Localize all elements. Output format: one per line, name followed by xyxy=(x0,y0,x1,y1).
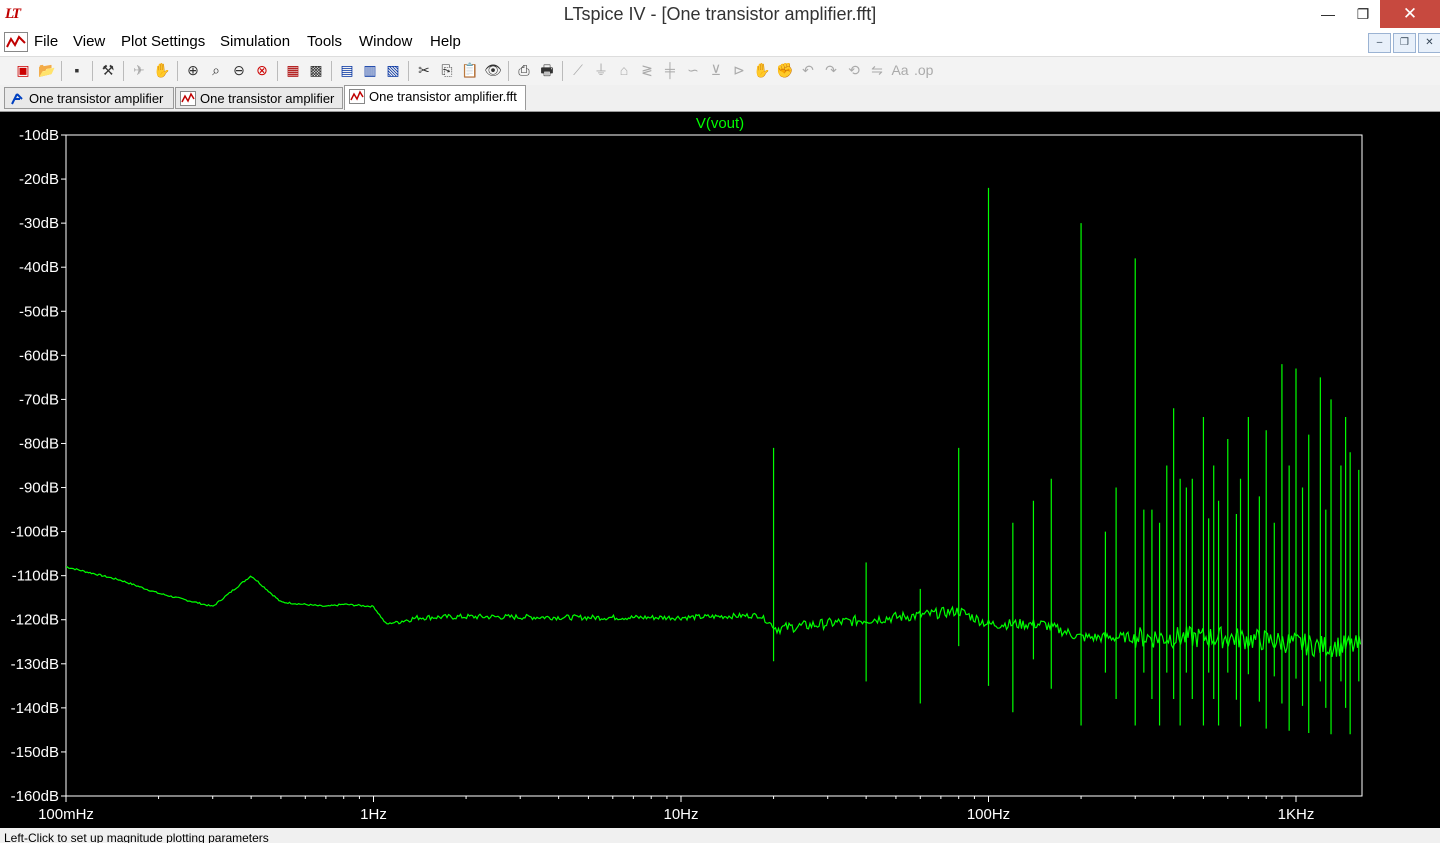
y-tick-label: -140dB xyxy=(11,700,59,717)
tab-fft[interactable]: One transistor amplifier.fft xyxy=(344,85,526,110)
control-panel-icon[interactable]: ⚒ xyxy=(99,61,117,79)
status-bar: Left-Click to set up magnitude plotting … xyxy=(0,828,1440,843)
toolbar-separator xyxy=(331,61,332,81)
print-icon[interactable]: 🖶 xyxy=(538,61,556,79)
pan-icon[interactable]: ⌕ xyxy=(207,61,225,79)
zoom-area-icon[interactable]: ⊕ xyxy=(184,61,202,79)
menu-bar: File View Plot Settings Simulation Tools… xyxy=(0,30,1440,54)
document-waveform-icon[interactable] xyxy=(4,32,28,52)
mirror-icon[interactable]: ⇋ xyxy=(868,61,886,79)
toolbar-separator xyxy=(408,61,409,81)
toolbar-separator xyxy=(508,61,509,81)
x-tick-label: 100mHz xyxy=(38,806,94,823)
tab-schematic[interactable]: One transistor amplifier xyxy=(4,87,174,109)
drag-icon[interactable]: ✊ xyxy=(776,61,794,79)
y-tick-label: -40dB xyxy=(19,259,59,276)
y-tick-label: -110dB xyxy=(12,568,59,585)
tab-label: One transistor amplifier.fft xyxy=(369,89,517,104)
menu-file[interactable]: File xyxy=(34,33,58,50)
y-tick-label: -30dB xyxy=(19,215,59,232)
print-preview-icon[interactable]: ⎙ xyxy=(515,61,533,79)
x-tick-label: 1KHz xyxy=(1278,806,1315,823)
minimize-button[interactable]: — xyxy=(1308,0,1348,28)
waveform-plot[interactable]: V(vout) -10dB -20dB -30dB -40dB -50dB -60dB -7… xyxy=(0,112,1440,828)
halt-icon[interactable]: ✋ xyxy=(153,61,171,79)
y-tick-label: -10dB xyxy=(19,127,59,144)
y-tick-label: -80dB xyxy=(19,435,59,452)
run-icon[interactable]: ✈ xyxy=(130,61,148,79)
x-tick-label: 100Hz xyxy=(967,806,1010,823)
menu-help[interactable]: Help xyxy=(430,33,461,50)
toolbar-separator xyxy=(61,61,62,81)
waveform-icon xyxy=(180,91,196,106)
tab-label: One transistor amplifier xyxy=(200,91,335,106)
mdi-restore-button[interactable]: ❐ xyxy=(1393,33,1416,53)
paste-icon[interactable]: 📋 xyxy=(461,61,479,79)
component-icon[interactable]: ⊳ xyxy=(730,61,748,79)
y-tick-label: -20dB xyxy=(19,171,59,188)
y-tick-label: -70dB xyxy=(19,391,59,408)
maximize-button[interactable]: ❐ xyxy=(1343,0,1383,28)
undo-icon[interactable]: ↶ xyxy=(799,61,817,79)
toolbar: ▣ 📂 ▪ ⚒ ✈ ✋ ⊕ ⌕ ⊖ ⊗ ▦ ▩ ▤ ▥ ▧ ✂ ⎘ 📋 👁 ⎙ … xyxy=(0,56,1440,86)
toolbar-separator xyxy=(92,61,93,81)
fft-chart[interactable]: -10dB -20dB -30dB -40dB -50dB -60dB -70dB -80dB… xyxy=(0,112,1440,828)
move-icon[interactable]: ✋ xyxy=(753,61,771,79)
autorange-icon[interactable]: ▦ xyxy=(284,61,302,79)
menu-simulation[interactable]: Simulation xyxy=(220,33,290,50)
x-tick-label: 10Hz xyxy=(663,806,698,823)
y-tick-label: -130dB xyxy=(11,656,59,673)
zoom-fit-icon[interactable]: ⊗ xyxy=(253,61,271,79)
x-tick-label: 1Hz xyxy=(360,806,387,823)
inductor-icon[interactable]: ∽ xyxy=(684,61,702,79)
tile-vertical-icon[interactable]: ▧ xyxy=(384,61,402,79)
spice-directive-icon[interactable]: .op xyxy=(914,61,933,79)
copy-icon[interactable]: ⎘ xyxy=(438,61,456,79)
tile-horizontal-icon[interactable]: ▤ xyxy=(338,61,356,79)
save-icon[interactable]: ▪ xyxy=(68,61,86,79)
redo-icon[interactable]: ↷ xyxy=(822,61,840,79)
cut-icon[interactable]: ✂ xyxy=(415,61,433,79)
menu-view[interactable]: View xyxy=(73,33,105,50)
menu-window[interactable]: Window xyxy=(359,33,412,50)
y-tick-label: -150dB xyxy=(11,744,59,761)
y-tick-label: -60dB xyxy=(19,347,59,364)
y-tick-label: -160dB xyxy=(11,788,59,805)
capacitor-icon[interactable]: ╪ xyxy=(661,61,679,79)
resistor-icon[interactable]: ≷ xyxy=(638,61,656,79)
plot-frame xyxy=(65,134,1363,797)
y-tick-label: -120dB xyxy=(11,612,59,629)
tab-waveform[interactable]: One transistor amplifier xyxy=(175,87,343,109)
y-tick-label: -50dB xyxy=(19,303,59,320)
add-trace-icon[interactable]: ▩ xyxy=(307,61,325,79)
text-icon[interactable]: Aa xyxy=(891,61,909,79)
label-net-icon[interactable]: ⌂ xyxy=(615,61,633,79)
mdi-minimize-button[interactable]: – xyxy=(1368,33,1391,53)
ground-icon[interactable]: ⏚ xyxy=(592,61,610,79)
y-tick-label: -90dB xyxy=(19,480,59,497)
waveform-icon xyxy=(349,89,365,104)
window-title: LTspice IV - [One transistor amplifier.f… xyxy=(563,4,877,24)
zoom-out-icon[interactable]: ⊖ xyxy=(230,61,248,79)
schematic-icon xyxy=(11,93,23,105)
toolbar-separator xyxy=(123,61,124,81)
mdi-close-button[interactable]: ✕ xyxy=(1418,33,1440,53)
tab-label: One transistor amplifier xyxy=(29,91,164,106)
toolbar-separator xyxy=(177,61,178,81)
new-schematic-icon[interactable]: ▣ xyxy=(14,61,32,79)
y-tick-label: -100dB xyxy=(11,524,59,541)
menu-tools[interactable]: Tools xyxy=(307,33,342,50)
close-button[interactable]: ✕ xyxy=(1380,0,1440,28)
find-icon[interactable]: 👁 xyxy=(484,61,502,79)
wire-icon[interactable]: ⟋ xyxy=(569,61,587,79)
menu-plot-settings[interactable]: Plot Settings xyxy=(121,33,205,50)
toolbar-separator xyxy=(562,61,563,81)
cascade-icon[interactable]: ▥ xyxy=(361,61,379,79)
rotate-icon[interactable]: ⟲ xyxy=(845,61,863,79)
diode-icon[interactable]: ⊻ xyxy=(707,61,725,79)
toolbar-separator xyxy=(277,61,278,81)
document-tabs: One transistor amplifier One transistor … xyxy=(0,85,1440,112)
open-folder-icon[interactable]: 📂 xyxy=(38,61,56,79)
title-bar: LT LTspice IV - [One transistor amplifie… xyxy=(0,0,1440,30)
